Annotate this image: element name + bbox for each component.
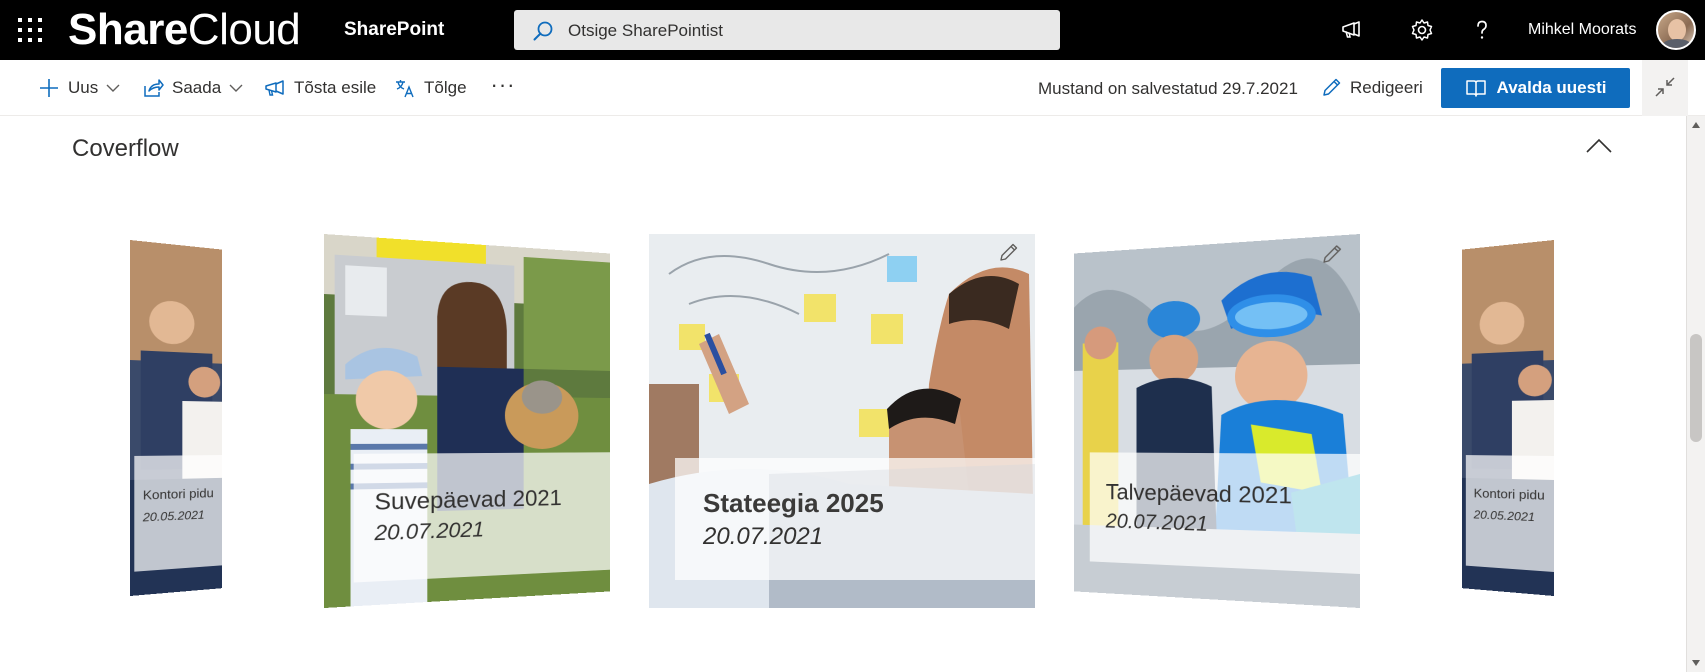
new-button[interactable]: Uus <box>38 60 120 116</box>
collapse-icon <box>1655 77 1675 97</box>
coverflow-carousel: Kontori pidu 20.05.2021 Suvepäevad 2021 … <box>0 200 1686 672</box>
search-placeholder: Otsige SharePointist <box>568 21 723 40</box>
coverflow-card[interactable]: Kontori pidu 20.05.2021 <box>130 240 223 596</box>
card-caption: Suvepäevad 2021 20.07.2021 <box>353 452 611 583</box>
brand-light: Cloud <box>187 5 301 54</box>
republish-button[interactable]: Avalda uuesti <box>1441 68 1630 108</box>
send-button[interactable]: Saada <box>142 60 243 116</box>
chevron-up-icon <box>1586 138 1612 153</box>
megaphone-icon[interactable] <box>1338 16 1366 44</box>
section-collapse-toggle[interactable] <box>1584 134 1614 158</box>
translate-icon <box>396 80 414 98</box>
card-title: Talvepäevad 2021 <box>1105 479 1292 510</box>
send-label: Saada <box>172 78 222 97</box>
coverflow-card[interactable]: Suvepäevad 2021 20.07.2021 <box>324 234 611 608</box>
scroll-thumb[interactable] <box>1690 334 1702 442</box>
chevron-down-icon <box>106 84 120 92</box>
book-icon <box>1465 80 1486 97</box>
suite-bar: ShareCloud SharePoint Otsige SharePointi… <box>0 0 1705 60</box>
card-date: 20.07.2021 <box>1105 509 1208 536</box>
card-date: 20.05.2021 <box>142 508 205 525</box>
promote-label: Tõsta esile <box>294 78 377 97</box>
share-icon <box>144 79 164 97</box>
search-box[interactable]: Otsige SharePointist <box>514 10 1060 50</box>
pencil-icon <box>1323 78 1341 96</box>
more-options-button[interactable]: ··· <box>488 74 518 102</box>
card-caption: Kontori pidu 20.05.2021 <box>1465 455 1554 572</box>
settings-gear-icon[interactable] <box>1408 16 1436 44</box>
edit-label: Redigeeri <box>1350 78 1423 97</box>
card-title: Kontori pidu <box>142 485 214 503</box>
brand-logo[interactable]: ShareCloud <box>68 5 301 54</box>
pencil-icon[interactable] <box>1320 243 1343 266</box>
avatar[interactable] <box>1656 10 1696 50</box>
scroll-down-arrow-icon[interactable] <box>1692 660 1700 666</box>
card-caption: Stateegia 2025 20.07.2021 <box>675 458 1035 580</box>
user-name[interactable]: Mihkel Moorats <box>1528 21 1636 39</box>
plus-icon <box>40 79 58 97</box>
card-caption: Talvepäevad 2021 20.07.2021 <box>1089 452 1360 574</box>
draft-status: Mustand on salvestatud 29.7.2021 <box>1038 79 1298 98</box>
card-date: 20.07.2021 <box>703 523 824 550</box>
card-title: Suvepäevad 2021 <box>374 485 562 516</box>
command-bar: Uus Saada Tõsta esile Tõlge ··· Mustand … <box>0 60 1705 116</box>
search-icon <box>533 21 553 41</box>
app-name-link[interactable]: SharePoint <box>344 19 444 41</box>
chevron-down-icon <box>229 84 243 92</box>
translate-label: Tõlge <box>424 78 467 97</box>
promote-button[interactable]: Tõsta esile <box>264 60 376 116</box>
card-caption: Kontori pidu 20.05.2021 <box>134 455 223 572</box>
card-title: Stateegia 2025 <box>703 488 884 518</box>
coverflow-card[interactable]: Talvepäevad 2021 20.07.2021 <box>1073 234 1360 608</box>
translate-button[interactable]: Tõlge <box>394 60 467 116</box>
scroll-up-arrow-icon[interactable] <box>1692 122 1700 128</box>
card-date: 20.07.2021 <box>374 517 485 546</box>
section-title: Coverflow <box>72 135 179 162</box>
new-label: Uus <box>68 78 99 97</box>
republish-label: Avalda uuesti <box>1496 78 1607 97</box>
brand-bold: Share <box>68 5 188 54</box>
pencil-icon[interactable] <box>997 242 1019 264</box>
edit-button[interactable]: Redigeeri <box>1320 60 1423 116</box>
coverflow-card[interactable]: Kontori pidu 20.05.2021 <box>1461 240 1554 596</box>
collapse-button[interactable] <box>1642 60 1688 116</box>
app-launcher-icon[interactable] <box>16 16 44 44</box>
megaphone-icon <box>265 80 284 96</box>
card-date: 20.05.2021 <box>1473 507 1535 525</box>
coverflow-card[interactable]: Stateegia 2025 20.07.2021 <box>649 234 1035 608</box>
card-title: Kontori pidu <box>1473 485 1545 503</box>
vertical-scrollbar[interactable] <box>1686 116 1705 672</box>
help-icon[interactable] <box>1468 16 1496 44</box>
